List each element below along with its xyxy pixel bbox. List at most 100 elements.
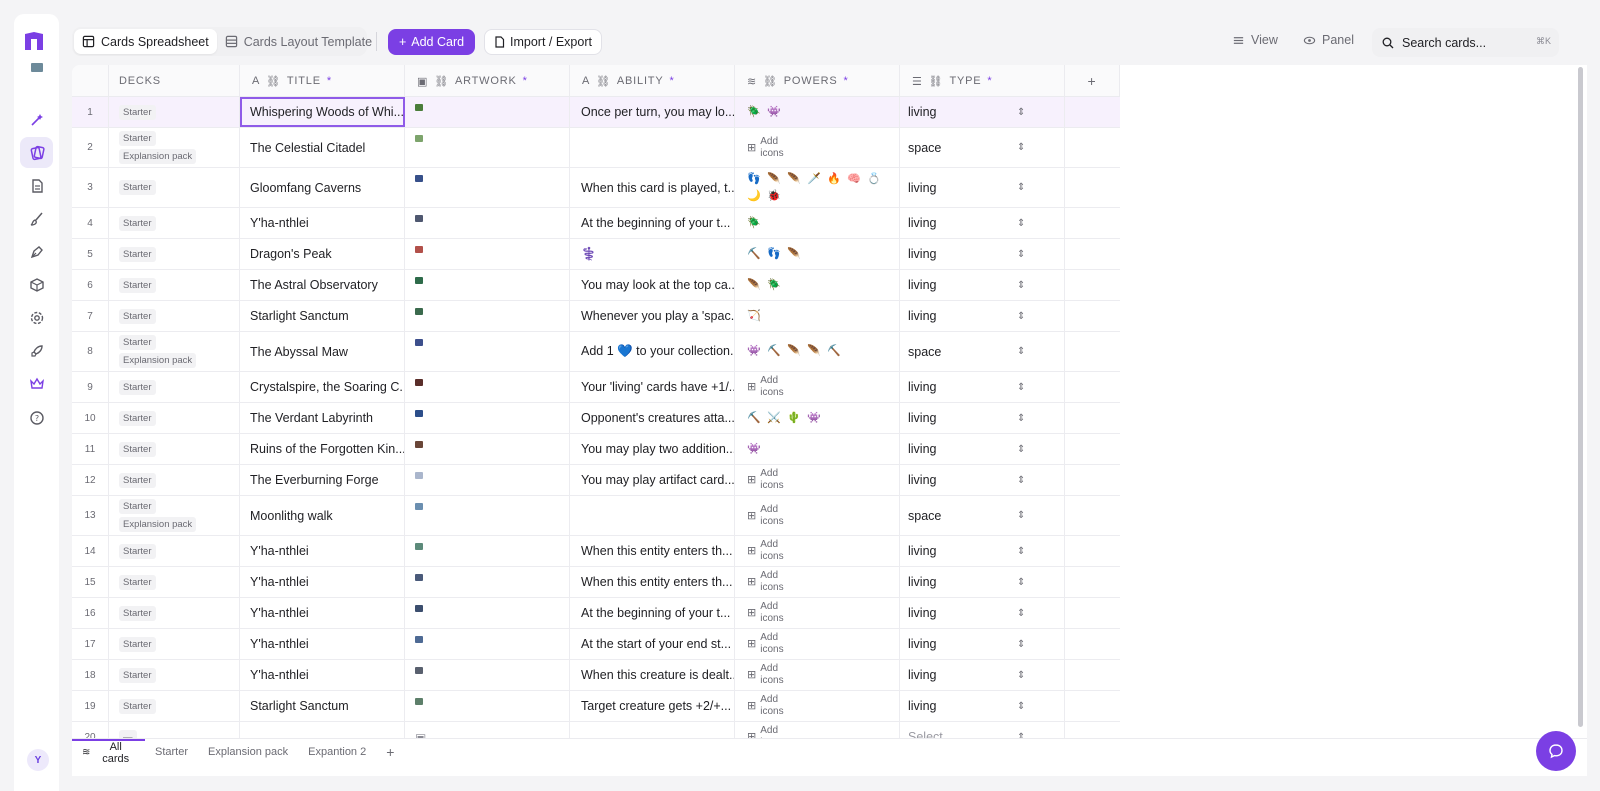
power-icon[interactable]: 🐞 [767,190,781,203]
column-header-artwork[interactable]: ▣ ⛓ ARTWORK * [405,65,570,97]
select-chevron-icon[interactable]: ⇕ [1017,239,1037,269]
power-icon[interactable]: ⚔️ [767,412,781,425]
artwork-thumbnail[interactable] [415,339,423,346]
type-cell[interactable]: living [900,97,1065,127]
title-cell[interactable]: The Abyssal Maw [240,332,405,371]
powers-cell[interactable]: 🪲 👾 [735,97,900,127]
ability-cell[interactable]: ⚕️ [570,239,735,269]
artwork-cell[interactable] [405,691,570,721]
ability-cell[interactable]: Your 'living' cards have +1/... [570,372,735,402]
title-cell[interactable]: Y'ha-nthlei [240,598,405,628]
artwork-cell[interactable] [405,239,570,269]
table-row[interactable]: 7 Starter Starlight Sanctum Whenever you pl… [72,301,1120,332]
power-icon[interactable]: 🌵 [787,412,801,425]
type-cell[interactable]: living [900,465,1065,495]
column-header-type[interactable]: ☰ ⛓ TYPE * [900,65,1065,97]
artwork-thumbnail[interactable] [415,410,423,417]
tab-expansion-pack[interactable]: Explansion pack [198,739,298,765]
select-chevron-icon[interactable]: ⇕ [1017,691,1037,721]
ability-cell[interactable]: At the beginning of your t... [570,208,735,238]
table-row[interactable]: 8 Starter Explansion pack The Abyssal Maw Ad… [72,332,1120,372]
artwork-thumbnail[interactable] [415,379,423,386]
table-row[interactable]: 9 Starter Crystalspire, the Soaring C... Yo… [72,372,1120,403]
title-cell[interactable]: Starlight Sanctum [240,691,405,721]
tab-all-cards[interactable]: ≋ All cards [72,738,145,765]
ability-cell[interactable] [570,128,735,167]
type-cell[interactable]: living [900,168,1065,207]
powers-cell[interactable]: ⊞Add icons [735,372,900,402]
view-button[interactable]: View [1232,33,1278,47]
table-row[interactable]: 14 Starter Y'ha-nthlei When this entity ent… [72,536,1120,567]
table-row[interactable]: 17 Starter Y'ha-nthlei At the start of your… [72,629,1120,660]
artwork-cell[interactable] [405,629,570,659]
type-cell[interactable]: living [900,372,1065,402]
powers-cell[interactable]: 🪶 🪲 [735,270,900,300]
power-icon[interactable]: 🗡️ [807,173,821,186]
artwork-cell[interactable] [405,465,570,495]
power-icon[interactable]: 🧠 [847,173,861,186]
select-chevron-icon[interactable]: ⇕ [1017,660,1037,690]
decks-cell[interactable]: Starter [109,168,240,207]
decks-cell[interactable]: Starter [109,270,240,300]
select-chevron-icon[interactable]: ⇕ [1017,598,1037,628]
ability-cell[interactable]: You may play artifact card... [570,465,735,495]
title-cell[interactable]: Y'ha-nthlei [240,567,405,597]
table-row[interactable]: 2 Starter Explansion pack The Celestial Cit… [72,128,1120,168]
table-row[interactable]: 11 Starter Ruins of the Forgotten Kin... Yo… [72,434,1120,465]
ability-cell[interactable]: You may look at the top ca... [570,270,735,300]
ability-cell[interactable]: Once per turn, you may lo... [570,97,735,127]
rail-item-document[interactable] [20,170,53,201]
title-cell[interactable]: Crystalspire, the Soaring C... [240,372,405,402]
type-cell[interactable]: living [900,691,1065,721]
column-header-title[interactable]: A ⛓ TITLE * [240,65,405,97]
artwork-thumbnail[interactable] [415,441,423,448]
power-icon[interactable]: 🪲 [747,217,761,230]
artwork-thumbnail[interactable] [415,472,423,479]
power-icon[interactable]: 👣 [767,248,781,261]
type-cell[interactable]: space [900,496,1065,535]
title-cell[interactable]: Dragon's Peak [240,239,405,269]
rail-item-help[interactable]: ? [20,402,53,433]
decks-cell[interactable]: Starter [109,208,240,238]
powers-cell[interactable]: 🏹 [735,301,900,331]
artwork-thumbnail[interactable] [415,698,423,705]
ability-cell[interactable]: Opponent's creatures atta... [570,403,735,433]
title-cell[interactable]: Ruins of the Forgotten Kin... [240,434,405,464]
ability-cell[interactable]: Add 1 💙 to your collection... [570,332,735,371]
decks-cell[interactable]: Starter [109,629,240,659]
artwork-thumbnail[interactable] [415,503,423,510]
column-header-ability[interactable]: A ⛓ ABILITY * [570,65,735,97]
decks-cell[interactable]: Starter [109,598,240,628]
power-icon[interactable]: 🪶 [787,173,801,186]
artwork-thumbnail[interactable] [415,277,423,284]
table-row[interactable]: 4 Starter Y'ha-nthlei At the beginning of y… [72,208,1120,239]
power-icon[interactable]: 🪶 [767,173,781,186]
artwork-cell[interactable] [405,660,570,690]
title-cell[interactable]: The Verdant Labyrinth [240,403,405,433]
power-icon[interactable]: ⛏️ [747,248,761,261]
ability-cell[interactable]: You may play two addition... [570,434,735,464]
artwork-cell[interactable] [405,168,570,207]
power-icon[interactable]: 🪲 [747,106,761,119]
powers-cell[interactable]: ⊞Add icons [735,536,900,566]
add-icons-button[interactable]: ⊞Add icons [747,375,788,399]
type-cell[interactable]: living [900,239,1065,269]
power-icon[interactable]: 👾 [807,412,821,425]
decks-cell[interactable]: Starter [109,239,240,269]
artwork-cell[interactable] [405,128,570,167]
artwork-cell[interactable] [405,567,570,597]
title-cell[interactable]: Y'ha-nthlei [240,536,405,566]
add-card-button[interactable]: + Add Card [388,29,475,55]
power-icon[interactable]: ⛏️ [767,345,781,358]
type-cell[interactable]: living [900,660,1065,690]
artwork-cell[interactable] [405,598,570,628]
artwork-thumbnail[interactable] [415,308,423,315]
type-cell[interactable]: living [900,598,1065,628]
artwork-thumbnail[interactable] [415,543,423,550]
select-chevron-icon[interactable]: ⇕ [1017,403,1037,433]
table-row[interactable]: 13 Starter Explansion pack Moonlithg walk ⊞ A… [72,496,1120,536]
powers-cell[interactable]: ⊞Add icons [735,691,900,721]
title-cell[interactable]: Y'ha-nthlei [240,660,405,690]
import-export-button[interactable]: Import / Export [484,29,602,55]
rail-item-magic-wand[interactable] [20,104,53,135]
